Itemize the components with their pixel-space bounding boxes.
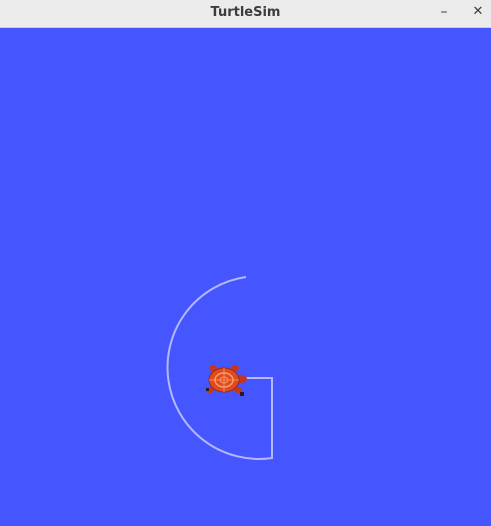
window-title: TurtleSim <box>210 5 281 20</box>
close-button[interactable]: ✕ <box>466 0 490 28</box>
turtlesim-window: TurtleSim – ✕ <box>0 0 491 526</box>
minimize-icon: – <box>440 4 448 20</box>
drawing-surface <box>166 276 273 460</box>
turtle-icon <box>206 365 247 396</box>
title-bar[interactable]: TurtleSim – ✕ <box>0 0 491 28</box>
turtle-canvas <box>0 28 491 526</box>
close-icon: ✕ <box>472 4 484 19</box>
minimize-button[interactable]: – <box>432 0 456 28</box>
